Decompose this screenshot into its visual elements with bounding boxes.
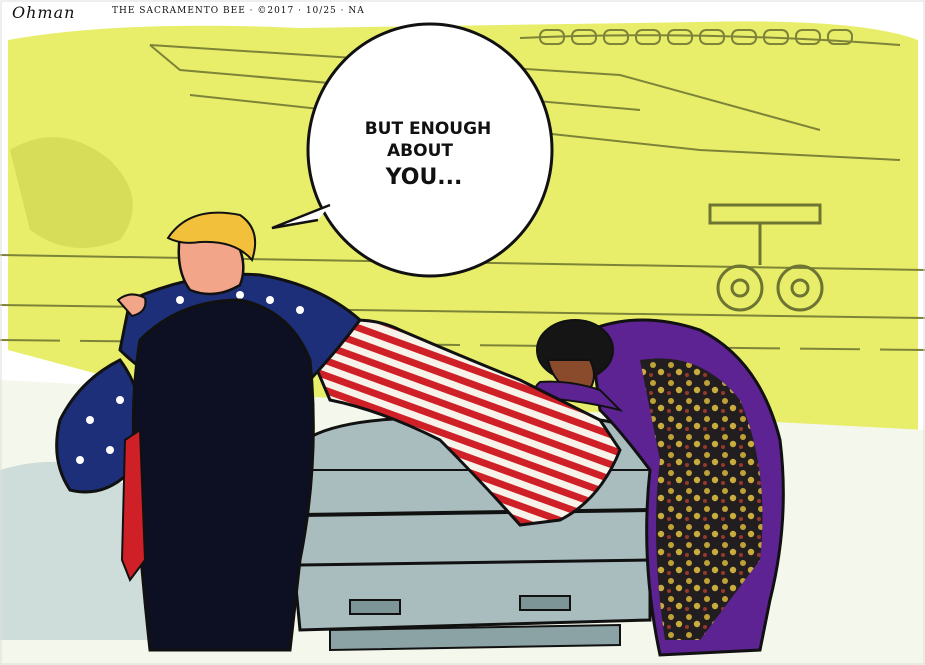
artist-signature: Ohman [12,3,75,22]
red-tie [120,428,147,583]
credit-line: THE SACRAMENTO BEE · ©2017 · 10/25 · NA [112,6,365,16]
speech-line-2: ABOUT [387,141,453,161]
editorial-cartoon: Ohman THE SACRAMENTO BEE · ©2017 · 10/25… [0,0,925,665]
speech-line-3: YOU... [385,165,463,190]
speech-line-1: BUT ENOUGH [365,119,492,139]
